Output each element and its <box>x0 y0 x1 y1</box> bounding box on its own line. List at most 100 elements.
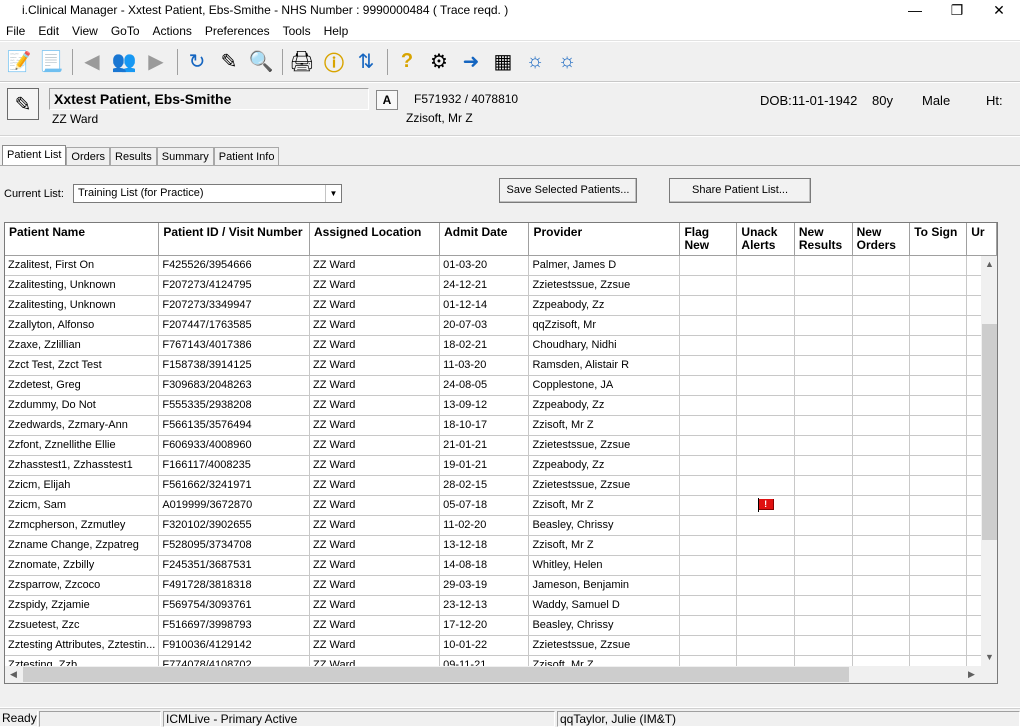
share-patient-list-button[interactable]: Share Patient List... <box>669 178 811 203</box>
people-icon[interactable]: 👥 <box>109 47 139 77</box>
exit-icon[interactable]: ➜ <box>456 47 486 77</box>
scroll-down-icon[interactable]: ▼ <box>981 649 997 666</box>
table-cell: F207273/4124795 <box>158 275 311 296</box>
table-cell: Zznomate, Zzbilly <box>5 555 160 576</box>
table-row[interactable]: Zzsuetest, Zzc F516697/3998793 ZZ Ward 17-1… <box>5 615 997 636</box>
calculator-icon[interactable]: ▦ <box>488 47 518 77</box>
table-row[interactable]: Zzhasstest1, Zzhasstest1 F166117/4008235 Z… <box>5 455 997 476</box>
internet-explorer-icon[interactable]: ☼ <box>552 47 582 77</box>
table-row[interactable]: Zzallyton, Alfonso F207447/1763585 ZZ Ward… <box>5 315 997 336</box>
tab-summary[interactable]: Summary <box>156 147 214 166</box>
settings-icon[interactable]: ⚙ <box>424 47 454 77</box>
table-cell: Copplestone, JA <box>528 375 681 396</box>
table-cell <box>794 615 853 636</box>
alert-button[interactable]: A <box>376 90 398 110</box>
menu-goto[interactable]: GoTo <box>105 21 147 40</box>
table-cell: F207273/3349947 <box>158 295 311 316</box>
close-icon[interactable]: ✕ <box>978 0 1020 20</box>
column-header[interactable]: Unack Alerts <box>736 223 795 256</box>
table-cell <box>852 595 911 616</box>
column-header[interactable]: Ur <box>966 223 997 256</box>
table-row[interactable]: Zzdetest, Greg F309683/2048263 ZZ Ward 24-0… <box>5 375 997 396</box>
table-cell <box>736 315 795 336</box>
forward-arrow-icon[interactable]: ▶ <box>141 47 171 77</box>
scroll-thumb[interactable] <box>982 324 997 540</box>
table-row[interactable]: Zzaxe, Zzlillian F767143/4017386 ZZ Ward 18… <box>5 335 997 356</box>
table-row[interactable]: Zzfont, Zznellithe Ellie F606933/4008960 Z… <box>5 435 997 456</box>
menu-help[interactable]: Help <box>318 21 356 40</box>
refresh-icon[interactable]: ↻ <box>182 47 212 77</box>
table-cell <box>852 555 911 576</box>
help-icon[interactable]: ? <box>392 47 422 77</box>
current-list-select[interactable]: Training List (for Practice) ▼ <box>73 184 342 203</box>
patient-list-icon[interactable]: 📝 <box>4 47 34 77</box>
print-icon[interactable]: 🖨 <box>287 47 317 77</box>
column-header[interactable]: Patient Name <box>5 223 160 256</box>
table-cell: 05-07-18 <box>439 495 530 516</box>
table-cell <box>679 535 738 556</box>
scroll-up-icon[interactable]: ▲ <box>981 256 997 273</box>
chevron-down-icon[interactable]: ▼ <box>325 185 341 202</box>
menu-preferences[interactable]: Preferences <box>199 21 277 40</box>
table-row[interactable]: Zztesting Attributes, Zztestin... F910036… <box>5 635 997 656</box>
menu-view[interactable]: View <box>66 21 105 40</box>
table-row[interactable]: Zzspidy, Zzjamie F569754/3093761 ZZ Ward 23… <box>5 595 997 616</box>
table-row[interactable]: Zzct Test, Zzct Test F158738/3914125 ZZ Wa… <box>5 355 997 376</box>
patient-search-icon[interactable]: 📃 <box>36 47 66 77</box>
tab-orders[interactable]: Orders <box>66 147 111 166</box>
table-cell: ZZ Ward <box>309 615 441 636</box>
save-selected-patients-button[interactable]: Save Selected Patients... <box>499 178 637 203</box>
table-row[interactable]: Zzalitesting, Unknown F207273/4124795 ZZ W… <box>5 275 997 296</box>
scroll-thumb[interactable] <box>23 667 849 682</box>
patient-note-icon[interactable]: ✎ <box>7 88 39 120</box>
horizontal-scrollbar[interactable]: ◀ ▶ <box>5 666 997 683</box>
table-cell <box>736 455 795 476</box>
back-arrow-icon[interactable]: ◀ <box>77 47 107 77</box>
scroll-right-icon[interactable]: ▶ <box>963 666 980 683</box>
menu-tools[interactable]: Tools <box>277 21 318 40</box>
table-cell <box>909 275 968 296</box>
table-row[interactable]: Zzicm, Sam A019999/3672870 ZZ Ward 05-07-18… <box>5 495 997 516</box>
table-row[interactable]: Zzedwards, Zzmary-Ann F566135/3576494 ZZ W… <box>5 415 997 436</box>
table-row[interactable]: Zznomate, Zzbilly F245351/3687531 ZZ Ward 1… <box>5 555 997 576</box>
menu-edit[interactable]: Edit <box>32 21 66 40</box>
table-cell: Zzicm, Sam <box>5 495 160 516</box>
table-cell <box>794 515 853 536</box>
tab-patient-list[interactable]: Patient List <box>2 145 67 166</box>
restore-icon[interactable]: ❐ <box>936 0 978 20</box>
menu-file[interactable]: File <box>0 21 32 40</box>
table-row[interactable]: Zzalitest, First On F425526/3954666 ZZ War… <box>5 255 997 276</box>
vertical-scrollbar[interactable]: ▲ ▼ <box>981 256 997 666</box>
internet-explorer-icon[interactable]: ☼ <box>520 47 550 77</box>
table-cell: ZZ Ward <box>309 555 441 576</box>
table-cell: Zzietestssue, Zzsue <box>528 635 681 656</box>
minimize-icon[interactable]: — <box>894 0 936 20</box>
table-cell <box>852 435 911 456</box>
table-row[interactable]: Zzmcpherson, Zzmutley F320102/3902655 ZZ W… <box>5 515 997 536</box>
column-header[interactable]: New Orders <box>852 223 911 256</box>
column-header[interactable]: Provider <box>528 223 681 256</box>
table-row[interactable]: Zzicm, Elijah F561662/3241971 ZZ Ward 28-02… <box>5 475 997 496</box>
table-cell: 18-02-21 <box>439 335 530 356</box>
column-header[interactable]: To Sign <box>909 223 968 256</box>
alert-flag-icon[interactable]: ! <box>758 499 774 510</box>
table-row[interactable]: Zzdummy, Do Not F555335/2938208 ZZ Ward 13-… <box>5 395 997 416</box>
column-header[interactable]: New Results <box>794 223 853 256</box>
tab-results[interactable]: Results <box>110 147 157 166</box>
tab-patient-info[interactable]: Patient Info <box>213 147 280 166</box>
table-row[interactable]: Zzsparrow, Zzcoco F491728/3818318 ZZ Ward 2… <box>5 575 997 596</box>
find-patient-icon[interactable]: 🔍 <box>246 47 276 77</box>
menu-actions[interactable]: Actions <box>147 21 199 40</box>
edit-note-icon[interactable]: ✎ <box>214 47 244 77</box>
info-icon[interactable]: ⓘ <box>319 47 349 77</box>
column-header[interactable]: Patient ID / Visit Number <box>158 223 311 256</box>
table-row[interactable]: Zzalitesting, Unknown F207273/3349947 ZZ W… <box>5 295 997 316</box>
sort-az-icon[interactable]: ⇅ <box>351 47 381 77</box>
table-row[interactable]: Zzname Change, Zzpatreg F528095/3734708 ZZ… <box>5 535 997 556</box>
column-header[interactable]: Flag New <box>679 223 738 256</box>
table-cell <box>679 475 738 496</box>
column-header[interactable]: Admit Date <box>439 223 530 256</box>
column-header[interactable]: Assigned Location <box>309 223 441 256</box>
table-cell: Zzpeabody, Zz <box>528 455 681 476</box>
scroll-left-icon[interactable]: ◀ <box>5 666 22 683</box>
